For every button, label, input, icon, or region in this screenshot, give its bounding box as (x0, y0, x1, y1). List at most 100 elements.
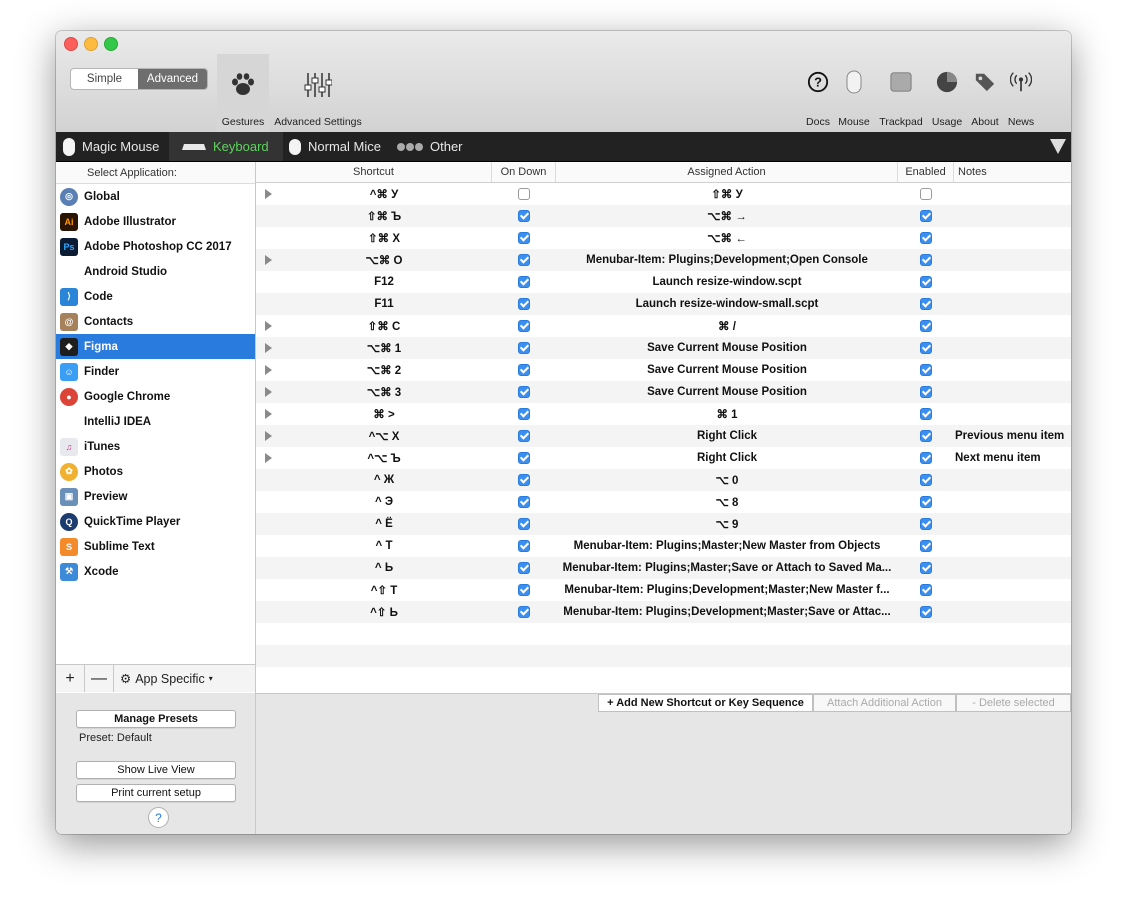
add-shortcut-button[interactable]: + Add New Shortcut or Key Sequence (598, 694, 813, 712)
on-down-checkbox[interactable] (518, 364, 530, 376)
disclosure-triangle-icon[interactable] (265, 365, 272, 375)
on-down-checkbox[interactable] (518, 210, 530, 222)
tab-normal-mice[interactable]: Normal Mice (284, 132, 391, 161)
enabled-checkbox[interactable] (920, 430, 932, 442)
on-down-checkbox[interactable] (518, 584, 530, 596)
enabled-checkbox[interactable] (920, 518, 932, 530)
enabled-checkbox[interactable] (920, 254, 932, 266)
disclosure-triangle-icon[interactable] (265, 409, 272, 419)
sidebar-app-item[interactable]: ☺ Finder (56, 359, 255, 384)
disclosure-triangle-icon[interactable] (265, 387, 272, 397)
table-row[interactable]: ^ Ё ⌥ 9 (256, 513, 1071, 535)
table-row[interactable]: ^⌘ У ⇧⌘ У (256, 183, 1071, 205)
enabled-checkbox[interactable] (920, 584, 932, 596)
disclosure-triangle-icon[interactable] (265, 453, 272, 463)
table-row[interactable]: ^ Ь Menubar-Item: Plugins;Master;Save or … (256, 557, 1071, 579)
sidebar-app-item[interactable]: Ps Adobe Photoshop CC 2017 (56, 234, 255, 259)
on-down-checkbox[interactable] (518, 320, 530, 332)
app-specific-dropdown[interactable]: ⚙ App Specific ▾ (120, 671, 213, 687)
close-window-button[interactable] (64, 37, 78, 51)
sidebar-app-item[interactable]: ⟩ Code (56, 284, 255, 309)
tab-keyboard[interactable]: Keyboard (169, 132, 283, 161)
enabled-checkbox[interactable] (920, 298, 932, 310)
enabled-checkbox[interactable] (920, 540, 932, 552)
advanced-settings-toolbar-button[interactable]: Advanced Settings (273, 54, 363, 132)
gestures-toolbar-button[interactable]: Gestures (217, 54, 269, 132)
sidebar-app-item[interactable]: ⚒ Xcode (56, 559, 255, 584)
sidebar-app-item[interactable]: @ Contacts (56, 309, 255, 334)
table-row[interactable]: ⇧⌘ Х ⌥⌘ ← (256, 227, 1071, 249)
sidebar-app-item[interactable]: S Sublime Text (56, 534, 255, 559)
sidebar-app-item[interactable]: Android Studio (56, 259, 255, 284)
remove-application-button[interactable]: — (85, 665, 114, 692)
on-down-checkbox[interactable] (518, 408, 530, 420)
manage-presets-button[interactable]: Manage Presets (76, 710, 236, 728)
on-down-checkbox[interactable] (518, 540, 530, 552)
enabled-checkbox[interactable] (920, 210, 932, 222)
on-down-checkbox[interactable] (518, 496, 530, 508)
table-row[interactable]: ^⌥ Х Right Click Previous menu item (256, 425, 1071, 447)
table-row[interactable]: ⇧⌘ C ⌘ / (256, 315, 1071, 337)
notes-column-header[interactable]: Notes (954, 162, 1071, 182)
sidebar-app-item[interactable]: ● Google Chrome (56, 384, 255, 409)
on-down-checkbox[interactable] (518, 452, 530, 464)
sidebar-app-item[interactable]: Q QuickTime Player (56, 509, 255, 534)
table-row[interactable]: ⌥⌘ 2 Save Current Mouse Position (256, 359, 1071, 381)
on-down-checkbox[interactable] (518, 254, 530, 266)
enabled-checkbox[interactable] (920, 496, 932, 508)
table-row[interactable]: ^⇧ Т Menubar-Item: Plugins;Development;Ma… (256, 579, 1071, 601)
table-row[interactable]: ^⌥ Ъ Right Click Next menu item (256, 447, 1071, 469)
table-row[interactable]: ⌥⌘ 1 Save Current Mouse Position (256, 337, 1071, 359)
table-row[interactable]: ^ Т Menubar-Item: Plugins;Master;New Mast… (256, 535, 1071, 557)
on-down-checkbox[interactable] (518, 562, 530, 574)
disclosure-triangle-icon[interactable] (265, 431, 272, 441)
sidebar-app-item[interactable]: ◎ Global (56, 184, 255, 209)
table-row[interactable]: ^ Э ⌥ 8 (256, 491, 1071, 513)
news-toolbar-button[interactable]: News (1004, 54, 1038, 132)
on-down-checkbox[interactable] (518, 342, 530, 354)
on-down-checkbox[interactable] (518, 430, 530, 442)
enabled-checkbox[interactable] (920, 474, 932, 486)
show-live-view-button[interactable]: Show Live View (76, 761, 236, 779)
disclosure-triangle-icon[interactable] (265, 343, 272, 353)
on-down-checkbox[interactable] (518, 298, 530, 310)
advanced-mode-button[interactable]: Advanced (138, 69, 207, 89)
on-down-checkbox[interactable] (518, 518, 530, 530)
usage-toolbar-button[interactable]: Usage (929, 54, 965, 132)
trackpad-toolbar-button[interactable]: Trackpad (875, 54, 927, 132)
table-row[interactable]: ^⇧ Ь Menubar-Item: Plugins;Development;Ma… (256, 601, 1071, 623)
tab-other[interactable]: Other (394, 132, 476, 161)
sidebar-app-item[interactable]: ◆ Figma (56, 334, 255, 359)
docs-toolbar-button[interactable]: ? Docs (802, 54, 834, 132)
enabled-checkbox[interactable] (920, 188, 932, 200)
enabled-checkbox[interactable] (920, 606, 932, 618)
shortcut-column-header[interactable]: Shortcut (256, 162, 492, 182)
minimize-window-button[interactable] (84, 37, 98, 51)
tab-magic-mouse[interactable]: Magic Mouse (56, 132, 174, 161)
print-current-setup-button[interactable]: Print current setup (76, 784, 236, 802)
simple-mode-button[interactable]: Simple (71, 69, 138, 89)
enabled-checkbox[interactable] (920, 232, 932, 244)
sidebar-app-item[interactable]: ✿ Photos (56, 459, 255, 484)
enabled-checkbox[interactable] (920, 562, 932, 574)
enabled-checkbox[interactable] (920, 386, 932, 398)
mouse-toolbar-button[interactable]: Mouse (837, 54, 871, 132)
sidebar-app-item[interactable]: Ai Adobe Illustrator (56, 209, 255, 234)
attach-action-button[interactable]: Attach Additional Action (813, 694, 956, 712)
sidebar-app-item[interactable]: ♫ iTunes (56, 434, 255, 459)
enabled-checkbox[interactable] (920, 364, 932, 376)
on-down-checkbox[interactable] (518, 188, 530, 200)
assigned-action-column-header[interactable]: Assigned Action (556, 162, 898, 182)
disclosure-triangle-icon[interactable] (265, 321, 272, 331)
table-row[interactable]: ⌘ > ⌘ 1 (256, 403, 1071, 425)
disclosure-triangle-icon[interactable] (265, 189, 272, 199)
delete-selected-button[interactable]: - Delete selected (956, 694, 1071, 712)
on-down-checkbox[interactable] (518, 232, 530, 244)
table-row[interactable]: F12 Launch resize-window.scpt (256, 271, 1071, 293)
enabled-checkbox[interactable] (920, 320, 932, 332)
on-down-checkbox[interactable] (518, 474, 530, 486)
enabled-checkbox[interactable] (920, 408, 932, 420)
on-down-checkbox[interactable] (518, 606, 530, 618)
help-button[interactable]: ? (148, 807, 169, 828)
on-down-checkbox[interactable] (518, 276, 530, 288)
